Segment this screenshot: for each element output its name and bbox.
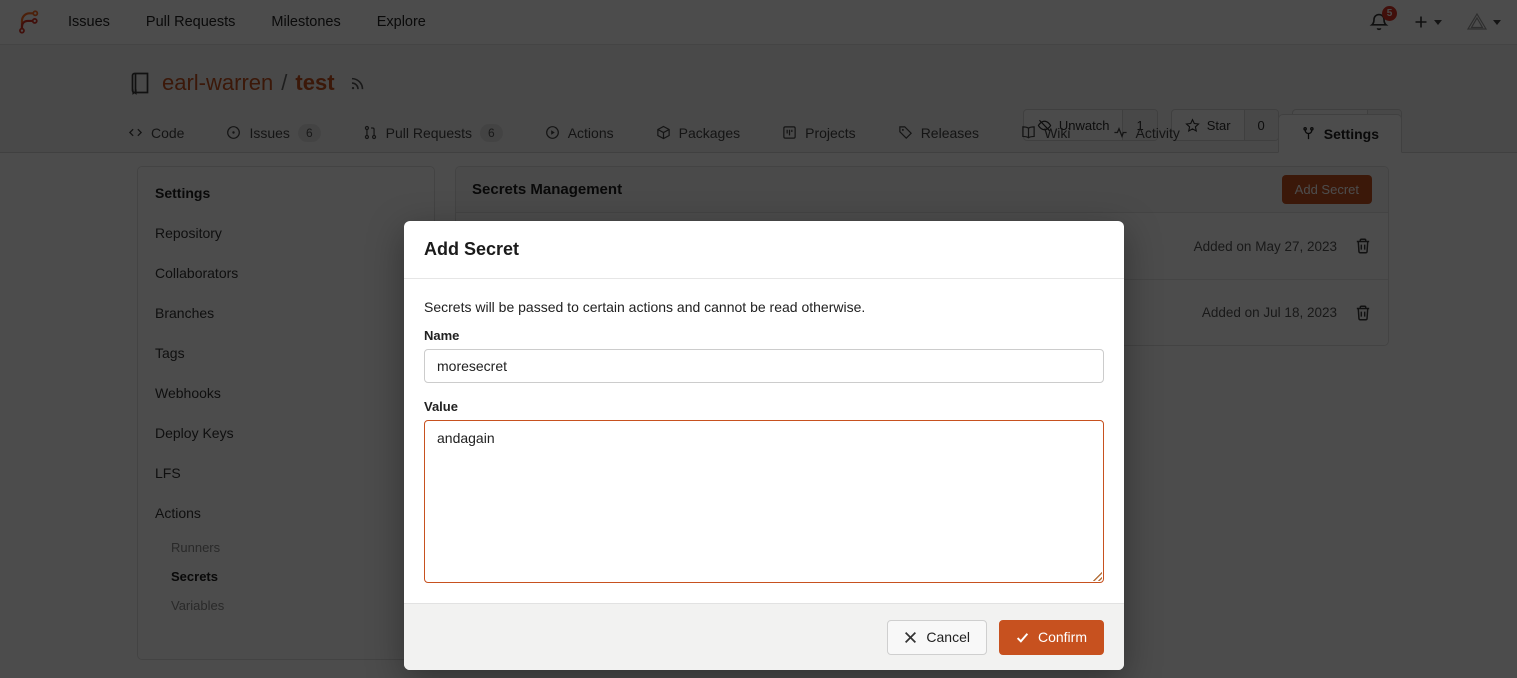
confirm-label: Confirm — [1038, 629, 1087, 645]
check-icon — [1016, 631, 1029, 644]
modal-description: Secrets will be passed to certain action… — [424, 299, 1104, 315]
modal-title: Add Secret — [424, 239, 519, 259]
secret-name-input[interactable] — [424, 349, 1104, 383]
cancel-button[interactable]: Cancel — [887, 620, 987, 655]
secret-value-textarea[interactable]: andagain — [424, 420, 1104, 583]
modal-header: Add Secret — [404, 221, 1124, 279]
modal-actions: Cancel Confirm — [404, 603, 1124, 670]
cancel-label: Cancel — [926, 629, 970, 645]
close-icon — [904, 631, 917, 644]
confirm-button[interactable]: Confirm — [999, 620, 1104, 655]
modal-body: Secrets will be passed to certain action… — [404, 279, 1124, 603]
add-secret-modal: Add Secret Secrets will be passed to cer… — [404, 221, 1124, 670]
name-field-label: Name — [424, 328, 1104, 343]
value-field-label: Value — [424, 399, 1104, 414]
